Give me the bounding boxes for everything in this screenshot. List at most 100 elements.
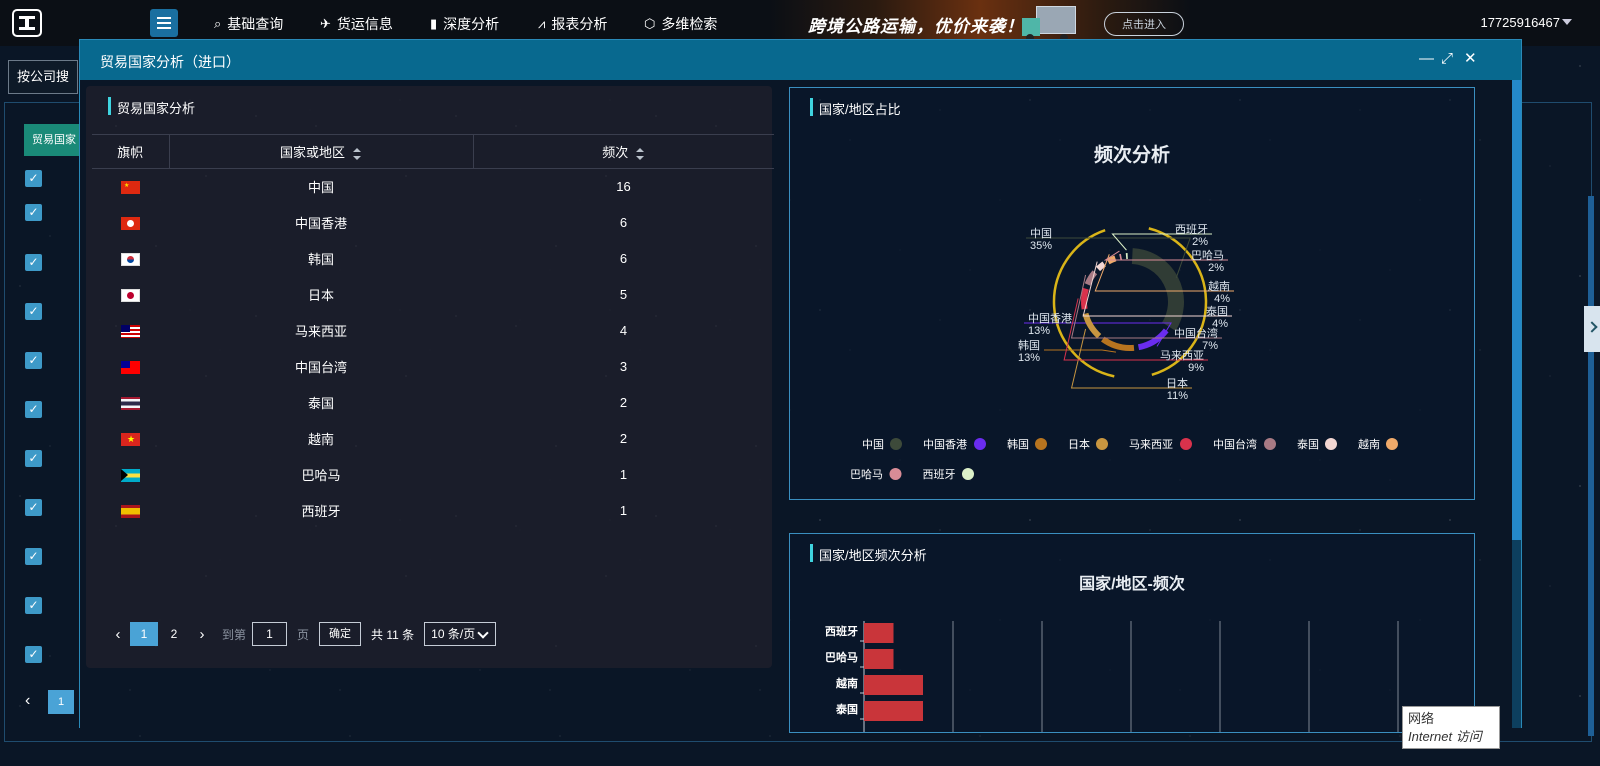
pie-percent-label: 13% [1018,352,1040,364]
legend-item[interactable]: 韩国 [1007,437,1047,451]
flag-jp-icon [121,289,140,303]
legend-item[interactable]: 西班牙 [923,468,975,481]
country-cell: 泰国 [307,396,334,411]
row-checkbox[interactable]: ✓ [25,352,42,369]
row-checkbox[interactable]: ✓ [25,204,42,221]
goto-label: 到第 [222,627,247,642]
close-icon[interactable]: ✕ [1464,51,1477,67]
nav-item-basic-query[interactable]: ⌕ 基础查询 [214,14,283,34]
goto-confirm-button[interactable]: 确定 [319,622,362,646]
flag-cell [92,457,169,493]
pie-slice[interactable] [1082,312,1102,339]
legend-item[interactable]: 中国 [862,438,902,451]
app-logo[interactable] [12,9,42,37]
legend-swatch [1180,438,1192,450]
next-page-button[interactable]: › [190,626,214,643]
maximize-icon[interactable]: ⤢ [1441,51,1453,67]
user-account[interactable]: 17725916467 [1480,15,1560,30]
background-scrollbar[interactable] [1588,196,1594,736]
row-checkbox[interactable]: ✓ [25,548,42,565]
tab-trade-country[interactable]: 贸易国家 [24,124,84,156]
pie-label: 中国香港 [1028,312,1072,325]
flag-cell: ★ [92,169,169,205]
table-row[interactable]: 马来西亚 4 [92,313,774,349]
pie-slice[interactable] [1101,336,1135,351]
row-checkbox[interactable]: ✓ [25,499,42,516]
company-search-select[interactable]: 按公司搜 [8,60,78,94]
pie-slice[interactable] [1095,261,1106,272]
row-checkbox[interactable]: ✓ [25,254,42,271]
pie-label: 韩国 [1018,338,1040,352]
pie-percent-label: 4% [1212,318,1228,330]
table-row[interactable]: 西班牙 1 [92,493,774,529]
legend-label: 巴哈马 [850,468,883,481]
table-row[interactable]: 中国台湾 3 [92,349,774,385]
bar[interactable] [864,675,923,695]
prev-page-button[interactable]: ‹ [106,626,130,643]
bar[interactable] [864,623,894,643]
table-row[interactable]: 中国香港 6 [92,205,774,241]
flag-es-icon [121,505,140,519]
nav-label: 深度分析 [443,16,500,32]
row-checkbox[interactable]: ✓ [25,303,42,320]
count-cell: 6 [619,215,628,230]
flag-th-icon [121,397,140,411]
table-row[interactable]: 巴哈马 1 [92,457,774,493]
page-button-2[interactable]: 2 [160,622,188,646]
flag-cell [92,313,169,349]
select-all-checkbox[interactable]: ✓ [25,170,42,187]
menu-toggle-button[interactable] [150,9,178,37]
legend-item[interactable]: 泰国 [1297,437,1337,451]
table-row[interactable]: 泰国 2 [92,385,774,421]
row-checkbox[interactable]: ✓ [25,450,42,467]
nav-item-deep-analysis[interactable]: ▮ 深度分析 [430,14,499,34]
nav-label: 报表分析 [551,16,608,32]
column-header-count[interactable]: 频次 [472,134,774,169]
banner-enter-button[interactable]: 点击进入 [1104,12,1184,36]
background-prev-page-button[interactable]: ‹ [25,692,30,710]
country-cell: 中国 [307,180,334,196]
legend-item[interactable]: 中国台湾 [1213,437,1276,451]
legend-item[interactable]: 越南 [1358,437,1398,451]
page-button-1[interactable]: 1 [130,622,158,646]
table-row[interactable]: 日本 5 [92,277,774,313]
table-row[interactable]: 韩国 6 [92,241,774,277]
flag-cell: ★ [92,421,169,457]
caret-down-icon[interactable] [1562,19,1572,25]
bar[interactable] [864,649,894,669]
table-row[interactable]: ★ 中国 16 [92,169,774,205]
nav-label: 货运信息 [336,16,393,32]
row-checkbox[interactable]: ✓ [25,646,42,663]
cube-icon: ⬡ [644,16,656,31]
page-size-select[interactable]: 10 条/页 [424,622,497,646]
legend-swatch [1325,438,1337,450]
nav-item-multi-search[interactable]: ⬡ 多维检索 [644,14,717,34]
country-table-panel: 贸易国家分析 旗帜 国家或地区 频次 ★ 中国 16 中国香港 6 韩国 6 日本 5 马来西亚 4… [86,86,774,668]
legend-label: 泰国 [1297,437,1319,451]
row-checkbox[interactable]: ✓ [25,401,42,418]
nav-item-freight-info[interactable]: ✈ 货运信息 [320,14,393,34]
plane-icon: ✈ [320,16,331,31]
row-checkbox[interactable]: ✓ [25,597,42,614]
pie-percent-label: 4% [1214,293,1230,305]
legend-swatch [974,438,986,450]
side-expand-handle[interactable] [1584,306,1600,352]
column-header-country[interactable]: 国家或地区 [168,134,473,169]
legend-item[interactable]: 日本 [1068,437,1108,451]
background-page-button[interactable]: 1 [48,690,74,714]
flag-cell [92,493,169,529]
sort-icon[interactable] [636,147,645,160]
legend-item[interactable]: 马来西亚 [1129,438,1192,451]
legend-label: 中国 [862,438,884,451]
goto-page-input[interactable]: 1 [252,622,288,646]
bar-chart: 西班牙巴哈马越南泰国 [825,621,1399,732]
tooltip-line: Internet 访问 [1408,729,1482,744]
nav-item-report-analysis[interactable]: ⩘ 报表分析 [538,14,607,34]
minimize-icon[interactable]: — [1419,51,1434,67]
bar[interactable] [864,701,923,721]
table-row[interactable]: ★ 越南 2 [92,421,774,457]
legend-item[interactable]: 中国香港 [923,438,986,451]
legend-item[interactable]: 巴哈马 [850,468,902,481]
modal-scrollbar-thumb[interactable] [1512,80,1521,540]
sort-icon[interactable] [353,147,362,160]
